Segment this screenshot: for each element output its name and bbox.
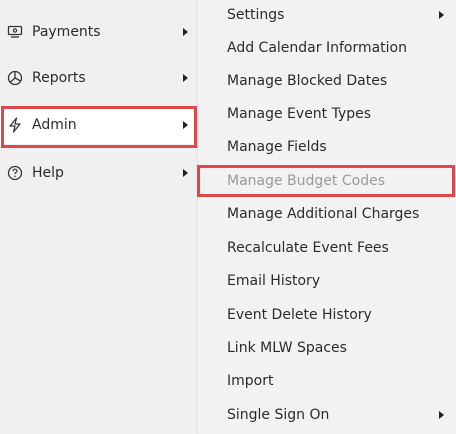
menu-item-reports[interactable]: Reports xyxy=(0,59,198,97)
chevron-right-icon xyxy=(183,121,188,129)
submenu-item-label: Manage Blocked Dates xyxy=(227,72,388,89)
submenu-item-manage-additional-charges[interactable]: Manage Additional Charges xyxy=(198,197,456,230)
submenu-item-email-history[interactable]: Email History xyxy=(198,264,456,297)
submenu-item-manage-blocked-dates[interactable]: Manage Blocked Dates xyxy=(198,64,456,97)
main-menu: Payments Reports Admin Help xyxy=(0,0,200,434)
submenu-item-settings[interactable]: Settings xyxy=(198,0,456,31)
menu-item-payments[interactable]: Payments xyxy=(0,13,198,51)
menu-item-label: Help xyxy=(32,165,64,181)
chevron-right-icon xyxy=(439,10,444,19)
submenu-item-label: Manage Budget Codes xyxy=(227,172,385,189)
submenu-item-label: Import xyxy=(227,372,274,389)
submenu-item-manage-fields[interactable]: Manage Fields xyxy=(198,130,456,163)
reports-icon xyxy=(6,69,24,87)
submenu-item-label: Link MLW Spaces xyxy=(227,339,347,356)
chevron-right-icon xyxy=(183,28,188,36)
submenu-item-label: Single Sign On xyxy=(227,406,330,423)
menu-item-admin[interactable]: Admin xyxy=(0,106,198,144)
submenu-item-label: Manage Additional Charges xyxy=(227,205,420,222)
submenu-item-manage-budget-codes[interactable]: Manage Budget Codes xyxy=(198,164,456,197)
submenu-item-recalculate-event-fees[interactable]: Recalculate Event Fees xyxy=(198,231,456,264)
submenu-item-label: Manage Fields xyxy=(227,138,327,155)
submenu-item-label: Settings xyxy=(227,6,285,23)
submenu-item-import[interactable]: Import xyxy=(198,364,456,397)
submenu-item-label: Recalculate Event Fees xyxy=(227,239,389,256)
menu-item-label: Reports xyxy=(32,70,86,86)
chevron-right-icon xyxy=(183,169,188,177)
submenu-item-single-sign-on[interactable]: Single Sign On xyxy=(198,398,456,431)
submenu-item-add-calendar-information[interactable]: Add Calendar Information xyxy=(198,31,456,64)
submenu-item-label: Email History xyxy=(227,272,321,289)
submenu-item-manage-event-types[interactable]: Manage Event Types xyxy=(198,97,456,130)
submenu-item-label: Manage Event Types xyxy=(227,105,372,122)
admin-submenu: Settings Add Calendar Information Manage… xyxy=(198,0,456,434)
chevron-right-icon xyxy=(439,410,444,419)
lightning-icon xyxy=(6,116,24,134)
submenu-item-label: Event Delete History xyxy=(227,306,372,323)
submenu-item-link-mlw-spaces[interactable]: Link MLW Spaces xyxy=(198,331,456,364)
menu-item-help[interactable]: Help xyxy=(0,154,198,192)
menu-item-label: Admin xyxy=(32,117,77,133)
submenu-item-label: Add Calendar Information xyxy=(227,39,407,56)
help-circle-icon xyxy=(6,164,24,182)
menu-item-label: Payments xyxy=(32,24,101,40)
payments-icon xyxy=(6,23,24,41)
chevron-right-icon xyxy=(183,74,188,82)
submenu-item-event-delete-history[interactable]: Event Delete History xyxy=(198,298,456,331)
